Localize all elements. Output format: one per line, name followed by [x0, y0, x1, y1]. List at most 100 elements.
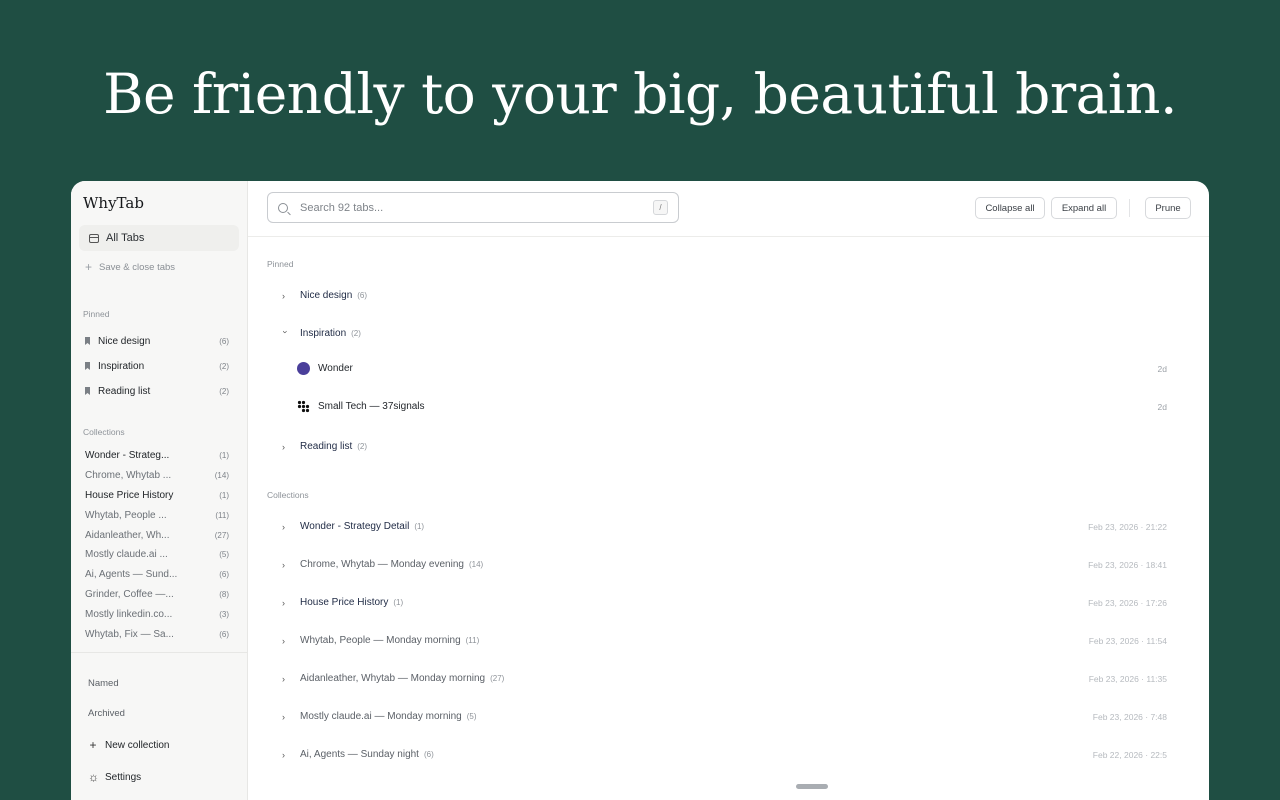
collection-count: (8): [219, 589, 229, 599]
collection-date: Feb 23, 2026 · 7:48: [1092, 712, 1167, 722]
collection-label: Grinder, Coffee —...: [85, 588, 174, 600]
collection-name: Wonder - Strategy Detail: [300, 521, 410, 532]
sidebar-item-count: (2): [219, 386, 229, 396]
sidebar-item-reading-list[interactable]: Reading list (2): [85, 383, 229, 399]
collections-section-label: Collections: [267, 490, 309, 500]
collection-row[interactable]: › Whytab, People — Monday morning (11): [282, 635, 479, 646]
chevron-down-icon: ›: [280, 330, 291, 333]
search-input[interactable]: [300, 201, 653, 214]
toolbar: / Collapse all Expand all Prune: [248, 181, 1209, 237]
sidebar-collection-item[interactable]: Whytab, People ... (11): [85, 507, 229, 523]
settings-label: Settings: [105, 771, 142, 783]
collection-row[interactable]: › House Price History (1): [282, 597, 403, 608]
group-row-nice-design[interactable]: › Nice design (6): [282, 290, 367, 301]
sidebar-item-label: Nice design: [98, 335, 151, 347]
new-collection-button[interactable]: + New collection: [88, 738, 169, 752]
wonder-favicon-icon: [297, 362, 310, 375]
collection-count: (1): [219, 450, 229, 460]
tab-title: Wonder: [318, 363, 353, 374]
sidebar-item-all-tabs[interactable]: All Tabs: [79, 225, 239, 251]
scroll-handle[interactable]: [796, 784, 828, 789]
brand-logo: WhyTab: [83, 194, 144, 212]
collection-date: Feb 23, 2026 · 21:22: [1088, 522, 1167, 532]
tab-age: 2d: [1157, 363, 1167, 374]
sidebar-pinned-label: Pinned: [83, 309, 110, 319]
search-box[interactable]: /: [267, 192, 679, 223]
collection-label: House Price History: [85, 489, 174, 501]
app-window: WhyTab All Tabs + Save & close tabs Pinn…: [71, 181, 1209, 800]
collection-count: (27): [490, 674, 505, 683]
expand-all-button[interactable]: Expand all: [1051, 197, 1117, 219]
chevron-right-icon: ›: [282, 711, 285, 722]
sidebar-collection-item[interactable]: Aidanleather, Wh... (27): [85, 527, 229, 543]
sidebar-item-nice-design[interactable]: Nice design (6): [85, 333, 229, 349]
sidebar-item-inspiration[interactable]: Inspiration (2): [85, 358, 229, 374]
collection-name: Aidanleather, Whytab — Monday morning: [300, 673, 486, 684]
collection-count: (1): [219, 490, 229, 500]
sidebar-divider: [71, 652, 248, 653]
group-row-inspiration[interactable]: › Inspiration (2): [280, 328, 361, 339]
collection-row[interactable]: › Wonder - Strategy Detail (1): [282, 521, 424, 532]
collection-name: House Price History: [300, 597, 389, 608]
tab-title: Small Tech — 37signals: [318, 401, 425, 412]
collection-label: Chrome, Whytab ...: [85, 469, 172, 481]
window-icon: [89, 233, 99, 243]
sidebar-collection-item[interactable]: Ai, Agents — Sund... (6): [85, 566, 229, 582]
collapse-all-button[interactable]: Collapse all: [975, 197, 1045, 219]
collection-date: Feb 22, 2026 · 22:5: [1092, 750, 1167, 760]
collection-label: Wonder - Strateg...: [85, 449, 170, 461]
collection-row[interactable]: › Aidanleather, Whytab — Monday morning …: [282, 673, 504, 684]
sidebar-collection-item[interactable]: House Price History (1): [85, 487, 229, 503]
save-close-label: Save & close tabs: [99, 261, 176, 273]
collection-count: (5): [466, 712, 477, 721]
collection-date: Feb 23, 2026 · 17:26: [1088, 598, 1167, 608]
sidebar-item-label: Inspiration: [98, 360, 145, 372]
prune-button[interactable]: Prune: [1145, 197, 1191, 219]
collection-count: (3): [219, 609, 229, 619]
collection-label: Aidanleather, Wh...: [85, 529, 170, 541]
collection-name: Chrome, Whytab — Monday evening: [300, 559, 464, 570]
group-count: (2): [351, 329, 361, 338]
collection-count: (5): [219, 549, 229, 559]
sidebar-collection-item[interactable]: Whytab, Fix — Sa... (6): [85, 626, 229, 642]
collection-count: (1): [393, 598, 404, 607]
sidebar-collection-item[interactable]: Mostly linkedin.co... (3): [85, 606, 229, 622]
tab-row-wonder[interactable]: Wonder 2d: [297, 362, 1167, 375]
sidebar-collection-item[interactable]: Chrome, Whytab ... (14): [85, 467, 229, 483]
group-name: Nice design: [300, 290, 353, 301]
sidebar-collection-item[interactable]: Wonder - Strateg... (1): [85, 447, 229, 463]
tab-age: 2d: [1157, 401, 1167, 412]
collection-count: (11): [465, 636, 480, 645]
hero-headline: Be friendly to your big, beautiful brain…: [103, 62, 1177, 126]
sidebar-item-named[interactable]: Named: [88, 678, 119, 689]
37signals-favicon-icon: [297, 400, 310, 413]
sidebar-item-label: All Tabs: [106, 232, 145, 244]
chevron-right-icon: ›: [282, 749, 285, 760]
collection-count: (14): [214, 470, 229, 480]
collection-row[interactable]: › Chrome, Whytab — Monday evening (14): [282, 559, 483, 570]
collection-label: Mostly linkedin.co...: [85, 608, 173, 620]
group-name: Reading list: [300, 441, 353, 452]
chevron-right-icon: ›: [282, 597, 285, 608]
collection-label: Mostly claude.ai ...: [85, 548, 168, 560]
toolbar-divider: [1129, 199, 1130, 217]
sidebar-collection-item[interactable]: Grinder, Coffee —... (8): [85, 586, 229, 602]
chevron-right-icon: ›: [282, 559, 285, 570]
bookmark-icon: [85, 387, 90, 395]
collection-count: (6): [219, 629, 229, 639]
collection-label: Ai, Agents — Sund...: [85, 568, 178, 580]
collection-row[interactable]: › Mostly claude.ai — Monday morning (5): [282, 711, 477, 722]
sidebar-item-archived[interactable]: Archived: [88, 708, 125, 719]
collection-row[interactable]: › Ai, Agents — Sunday night (6): [282, 749, 434, 760]
save-close-tabs-button[interactable]: + Save & close tabs: [85, 260, 175, 274]
search-icon: [278, 202, 288, 213]
sidebar-item-count: (6): [219, 336, 229, 346]
tab-row-small-tech[interactable]: Small Tech — 37signals 2d: [297, 400, 1167, 413]
group-row-reading-list[interactable]: › Reading list (2): [282, 441, 367, 452]
sidebar-collection-item[interactable]: Mostly claude.ai ... (5): [85, 546, 229, 562]
settings-button[interactable]: ☼ Settings: [88, 770, 141, 784]
collection-count: (14): [468, 560, 484, 569]
collection-count: (11): [215, 510, 229, 520]
collection-count: (6): [219, 569, 229, 579]
sidebar-item-label: Reading list: [98, 385, 151, 397]
